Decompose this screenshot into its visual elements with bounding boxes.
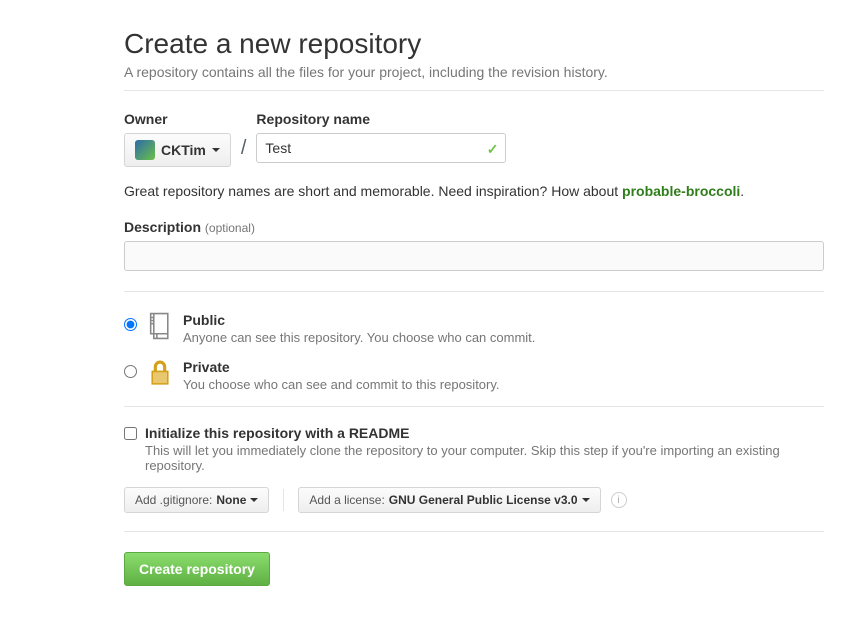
private-sub: You choose who can see and commit to thi… [183,377,500,392]
caret-down-icon [250,498,258,502]
info-icon[interactable]: i [611,492,627,508]
divider [124,291,824,292]
repo-name-input[interactable] [256,133,506,163]
owner-name: CKTim [161,142,206,158]
page-subtitle: A repository contains all the files for … [124,64,824,80]
repo-public-icon [147,312,173,340]
public-title: Public [183,312,225,328]
license-select-button[interactable]: Add a license: GNU General Public Licens… [298,487,600,513]
gitignore-select-button[interactable]: Add .gitignore: None [124,487,269,513]
init-readme-sub: This will let you immediately clone the … [145,443,824,473]
divider [124,531,824,532]
check-icon: ✓ [487,141,499,158]
avatar [135,140,155,160]
caret-down-icon [212,148,220,152]
init-readme-label: Initialize this repository with a README [145,425,409,441]
page-title: Create a new repository [124,28,824,60]
init-readme-checkbox[interactable] [124,427,137,440]
caret-down-icon [582,498,590,502]
description-input[interactable] [124,241,824,271]
create-repository-button[interactable]: Create repository [124,552,270,586]
vertical-separator [283,489,284,511]
divider [124,406,824,407]
description-label: Description (optional) [124,219,255,235]
name-hint: Great repository names are short and mem… [124,183,824,199]
public-sub: Anyone can see this repository. You choo… [183,330,535,345]
owner-label: Owner [124,111,231,127]
private-title: Private [183,359,230,375]
private-radio[interactable] [124,365,137,378]
owner-select-button[interactable]: CKTim [124,133,231,167]
public-radio[interactable] [124,318,137,331]
name-suggestion-link[interactable]: probable-broccoli [622,183,740,199]
path-separator: / [241,137,247,160]
lock-icon [147,359,173,387]
repo-name-label: Repository name [256,111,506,127]
divider [124,90,824,91]
